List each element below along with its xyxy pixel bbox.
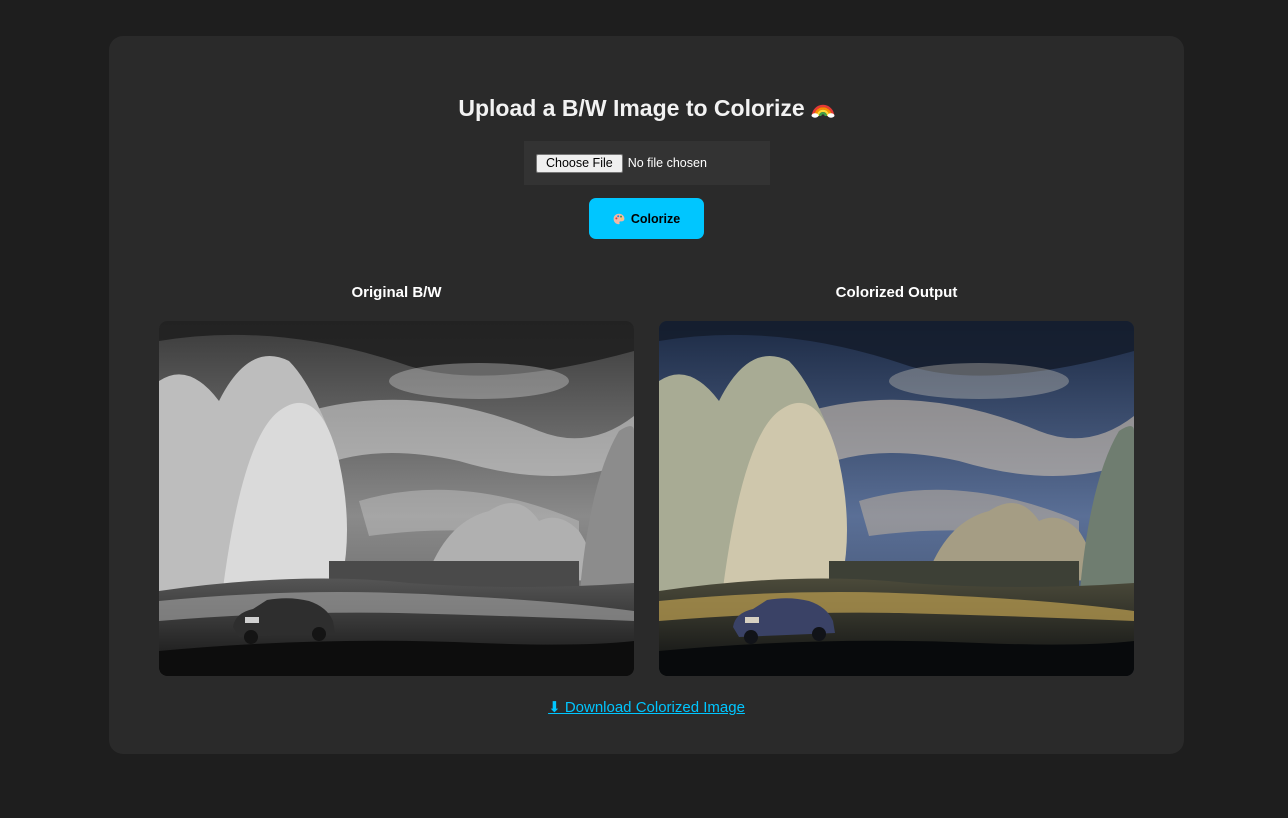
choose-file-button[interactable]: Choose File xyxy=(536,153,623,173)
original-image xyxy=(159,321,634,676)
page-title-text: Upload a B/W Image to Colorize xyxy=(458,95,805,121)
original-caption: Original B/W xyxy=(351,284,442,301)
colorize-button[interactable]: Colorize xyxy=(589,198,704,239)
colorized-image xyxy=(659,321,1134,676)
page-title: Upload a B/W Image to Colorize xyxy=(109,93,1184,123)
colorized-caption: Colorized Output xyxy=(835,284,958,301)
rainbow-icon xyxy=(811,104,835,118)
file-status-text: No file chosen xyxy=(627,156,707,170)
main-card: Upload a B/W Image to Colorize Choose Fi… xyxy=(109,36,1184,754)
palette-icon xyxy=(613,213,625,224)
file-input[interactable]: Choose File No file chosen xyxy=(524,141,770,185)
download-link[interactable]: ⬇ Download Colorized Image xyxy=(109,698,1184,716)
colorize-label: Colorize xyxy=(630,211,681,226)
